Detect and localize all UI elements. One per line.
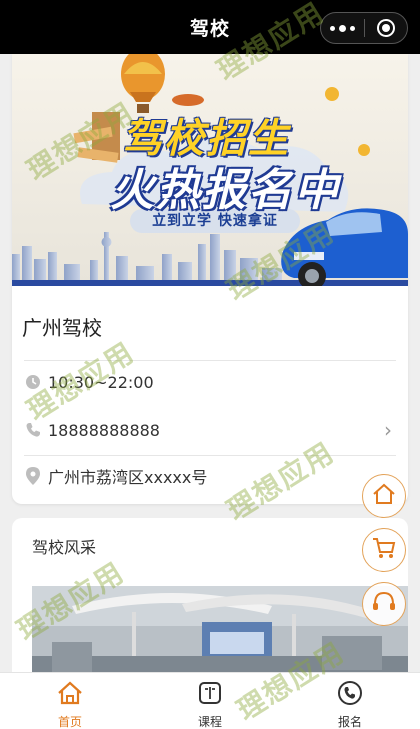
more-icon[interactable] [321,13,364,43]
opening-hours: 10:30~22:00 [48,372,154,392]
tab-enroll[interactable]: 报名 [280,673,420,729]
opening-hours-row: 10:30~22:00 [12,362,408,402]
address: 广州市荔湾区xxxxx号 [48,468,208,487]
gallery-title: 驾校风采 [32,538,97,557]
customer-service-float-button[interactable] [362,582,406,626]
school-name: 广州驾校 [22,316,102,340]
cart-float-button[interactable] [362,528,406,572]
tab-label: 课程 [197,715,222,729]
close-mini-program-icon[interactable] [364,13,407,43]
tab-home[interactable]: 首页 [0,673,140,729]
location-pin-icon [24,467,42,485]
phone-number: 18888888888 [48,420,160,440]
cart-icon [372,537,396,563]
phone-row[interactable]: 18888888888 › [12,410,408,450]
mini-program-capsule [320,12,408,44]
headset-icon [372,591,396,617]
school-card: 驾校招生 火热报名中 立到立学 快速拿证 广州驾校 10:30~22:00 18… [12,54,408,504]
phone-icon [24,421,42,439]
home-icon [57,681,83,709]
book-icon [197,681,223,709]
tab-label: 首页 [57,715,82,729]
address-row[interactable]: 广州市荔湾区xxxxx号 [12,456,408,496]
banner-image[interactable]: 驾校招生 火热报名中 立到立学 快速拿证 [12,54,408,286]
navbar: 驾校 [0,0,420,54]
banner-slogan: 立到立学 快速拿证 [152,213,278,229]
phone-icon [337,681,363,709]
chevron-right-icon: › [384,418,392,442]
tab-courses[interactable]: 课程 [140,673,280,729]
clock-icon [24,373,42,391]
home-icon [372,483,396,509]
tab-label: 报名 [337,715,362,729]
bottom-tab-bar: 首页 课程 报名 [0,672,420,729]
home-float-button[interactable] [362,474,406,518]
